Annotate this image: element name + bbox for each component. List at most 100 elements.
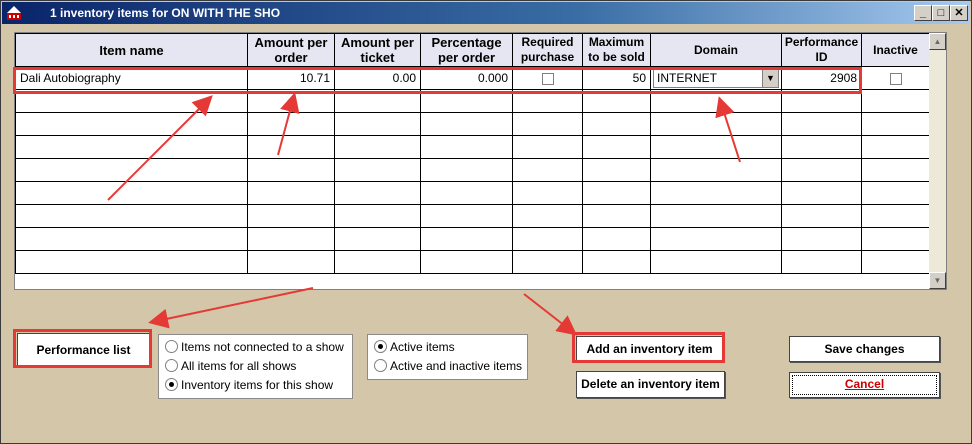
radio-selected-icon[interactable] [165,378,178,392]
domain-dropdown[interactable]: INTERNET ▼ [653,68,779,88]
empty-cell[interactable] [861,158,930,182]
empty-cell[interactable] [15,112,248,136]
empty-cell[interactable] [582,89,651,113]
empty-cell[interactable] [582,158,651,182]
empty-cell[interactable] [861,135,930,159]
empty-cell[interactable] [15,135,248,159]
table-row[interactable] [15,135,930,159]
empty-cell[interactable] [781,204,862,228]
status-option-active[interactable]: Active items [374,339,455,355]
empty-cell[interactable] [512,204,583,228]
empty-cell[interactable] [420,227,513,251]
empty-cell[interactable] [650,181,782,205]
empty-cell[interactable] [334,89,421,113]
vertical-scrollbar[interactable]: ▲ ▼ [929,33,946,289]
empty-cell[interactable] [861,89,930,113]
radio-icon[interactable] [165,359,178,373]
empty-cell[interactable] [861,204,930,228]
empty-cell[interactable] [650,250,782,274]
empty-cell[interactable] [247,135,335,159]
empty-cell[interactable] [512,227,583,251]
empty-cell[interactable] [781,181,862,205]
cancel-button[interactable]: Cancel [789,372,940,398]
empty-cell[interactable] [420,181,513,205]
percentage-per-order-cell[interactable]: 0.000 [420,66,513,90]
empty-cell[interactable] [781,227,862,251]
empty-cell[interactable] [582,204,651,228]
empty-cell[interactable] [861,181,930,205]
empty-cell[interactable] [247,112,335,136]
table-row[interactable] [15,89,930,113]
radio-icon[interactable] [374,359,387,373]
radio-icon[interactable] [165,340,178,354]
empty-cell[interactable] [512,89,583,113]
empty-cell[interactable] [15,204,248,228]
empty-cell[interactable] [15,89,248,113]
empty-cell[interactable] [334,204,421,228]
empty-cell[interactable] [420,112,513,136]
column-header-amount-per-order[interactable]: Amount per order [247,33,335,67]
empty-cell[interactable] [334,250,421,274]
table-row[interactable] [15,158,930,182]
empty-cell[interactable] [247,158,335,182]
empty-cell[interactable] [781,135,862,159]
empty-cell[interactable] [247,204,335,228]
scroll-down-icon[interactable]: ▼ [929,272,946,289]
scope-option-all-shows[interactable]: All items for all shows [165,358,296,374]
radio-selected-icon[interactable] [374,340,387,354]
amount-per-ticket-cell[interactable]: 0.00 [334,66,421,90]
chevron-down-icon[interactable]: ▼ [762,69,778,87]
empty-cell[interactable] [334,135,421,159]
empty-cell[interactable] [781,89,862,113]
empty-cell[interactable] [512,250,583,274]
inactive-checkbox[interactable] [889,72,902,85]
empty-cell[interactable] [861,227,930,251]
empty-cell[interactable] [420,89,513,113]
column-header-maximum-to-be-sold[interactable]: Maximum to be sold [582,33,651,67]
empty-cell[interactable] [781,112,862,136]
table-row[interactable] [15,250,930,274]
empty-cell[interactable] [650,158,782,182]
empty-cell[interactable] [650,204,782,228]
column-header-amount-per-ticket[interactable]: Amount per ticket [334,33,421,67]
table-row[interactable]: Dali Autobiography 10.71 0.00 0.000 50 I… [15,66,930,90]
empty-cell[interactable] [582,112,651,136]
empty-cell[interactable] [650,227,782,251]
empty-cell[interactable] [582,227,651,251]
empty-cell[interactable] [334,158,421,182]
empty-cell[interactable] [15,227,248,251]
delete-inventory-item-button[interactable]: Delete an inventory item [576,371,725,398]
column-header-item-name[interactable]: Item name [15,33,248,67]
empty-cell[interactable] [650,112,782,136]
empty-cell[interactable] [582,135,651,159]
empty-cell[interactable] [15,158,248,182]
empty-cell[interactable] [420,204,513,228]
save-changes-button[interactable]: Save changes [789,336,940,362]
empty-cell[interactable] [15,250,248,274]
empty-cell[interactable] [650,89,782,113]
scope-option-unconnected[interactable]: Items not connected to a show [165,339,344,355]
empty-cell[interactable] [512,112,583,136]
empty-cell[interactable] [420,135,513,159]
empty-cell[interactable] [247,250,335,274]
empty-cell[interactable] [334,227,421,251]
maximize-icon[interactable]: □ [932,5,950,21]
column-header-percentage-per-order[interactable]: Percentage per order [420,33,513,67]
empty-cell[interactable] [420,250,513,274]
column-header-domain[interactable]: Domain [650,33,782,67]
empty-cell[interactable] [334,112,421,136]
table-row[interactable] [15,204,930,228]
empty-cell[interactable] [247,181,335,205]
performance-list-button[interactable]: Performance list [17,333,150,367]
empty-cell[interactable] [861,112,930,136]
minimize-icon[interactable]: _ [914,5,932,21]
empty-cell[interactable] [512,181,583,205]
empty-cell[interactable] [247,227,335,251]
column-header-performance-id[interactable]: Performance ID [781,33,862,67]
empty-cell[interactable] [247,89,335,113]
empty-cell[interactable] [512,158,583,182]
empty-cell[interactable] [512,135,583,159]
empty-cell[interactable] [650,135,782,159]
table-row[interactable] [15,181,930,205]
table-row[interactable] [15,112,930,136]
